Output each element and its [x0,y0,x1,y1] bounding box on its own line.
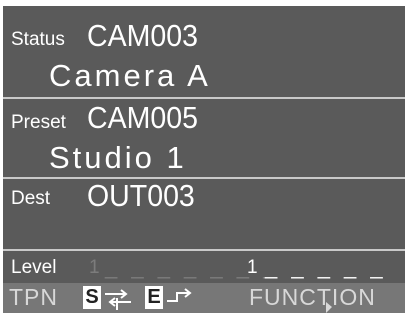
cursor-icon [326,302,332,313]
e-key-button[interactable]: E [145,286,163,309]
preset-label: Preset [11,112,66,133]
enter-arrow-icon [167,288,192,302]
function-label[interactable]: FUNCTION [249,284,376,311]
swap-arrows-icon [105,289,131,310]
divider-2 [3,177,405,179]
status-camera-id: CAM003 [87,18,198,53]
status-camera-name: Camera A [49,58,211,93]
lcd-screen: Status CAM003 Camera A Preset CAM005 Stu… [3,6,405,313]
s-key-button[interactable]: S [83,286,101,309]
dest-output-id: OUT003 [87,178,195,213]
level-left-value: 1 [89,257,100,278]
tpn-label: TPN [9,284,58,310]
divider-3 [3,249,405,251]
function-bar: TPN S E FUNCTION [3,283,405,313]
preset-camera-name: Studio 1 [49,140,187,175]
level-right-value: 1 [247,257,258,278]
divider-1 [3,97,405,99]
dest-label: Dest [11,188,51,209]
status-label: Status [11,29,65,50]
level-label: Level [11,257,57,278]
preset-camera-id: CAM005 [87,100,198,135]
